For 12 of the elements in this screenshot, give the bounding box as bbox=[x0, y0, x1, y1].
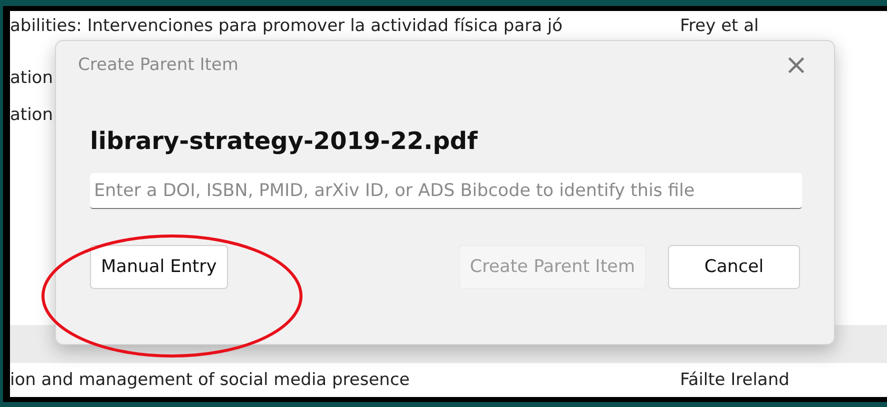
item-creator: Fáilte Ireland bbox=[680, 370, 790, 390]
item-title: ion and management of social media presence bbox=[10, 370, 411, 390]
dialog-button[interactable]: Manual Entry bbox=[90, 245, 228, 289]
close-button[interactable]: × bbox=[780, 51, 812, 79]
dialog-button[interactable]: Cancel bbox=[668, 245, 800, 289]
file-name: library-strategy-2019-22.pdf bbox=[90, 127, 479, 155]
item-title: ation bbox=[10, 68, 54, 88]
item-title: abilities: Intervenciones para promover la actividad física para jó bbox=[10, 16, 564, 36]
item-title: ation bbox=[10, 104, 54, 124]
identifier-field[interactable]: Enter a DOI, ISBN, PMID, arXiv ID, or ADS Bibcode to identify this file bbox=[90, 173, 802, 209]
item-creator: Frey et al bbox=[680, 16, 759, 36]
dialog-title: Create Parent Item bbox=[78, 55, 238, 75]
